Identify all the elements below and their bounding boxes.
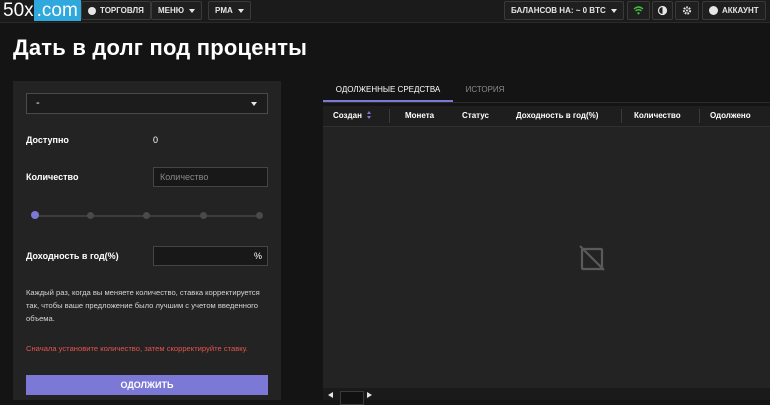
info-text: Каждый раз, когда вы меняете количество,… <box>26 288 260 323</box>
available-label: Доступно <box>26 135 69 145</box>
column-label-created: Создан <box>333 111 362 120</box>
currency-select[interactable]: - <box>26 93 268 114</box>
lend-button[interactable]: ОДОЛЖИТЬ <box>26 375 268 395</box>
rate-label: Доходность в год(%) <box>26 251 119 261</box>
page-title: Дать в долг под проценты <box>13 35 308 60</box>
logo-number: 50x <box>3 0 34 21</box>
currency-select-value: - <box>36 97 40 109</box>
slider-step-75[interactable] <box>200 212 207 219</box>
column-header-created[interactable]: Создан <box>333 106 372 126</box>
chevron-down-icon <box>251 102 257 106</box>
balance-label: БАЛАНСОВ НА: ~ 0 BTC <box>511 6 606 15</box>
slider-step-100[interactable] <box>256 212 263 219</box>
lent-funds-table: Создан Монета Статус Доходность в год(%)… <box>323 106 770 388</box>
column-header-yield[interactable]: Доходность в год(%) <box>516 106 598 126</box>
trade-button[interactable]: ТОРГОВЛЯ <box>81 1 151 20</box>
balance-button[interactable]: БАЛАНСОВ НА: ~ 0 BTC <box>504 1 624 20</box>
table-header: Создан Монета Статус Доходность в год(%)… <box>323 106 770 127</box>
column-header-status[interactable]: Статус <box>462 106 489 126</box>
lend-form-panel: - Доступно 0 Количество Количество Доход… <box>13 81 281 400</box>
slider-handle[interactable] <box>31 211 39 219</box>
tab-lent-funds[interactable]: ОДОЛЖЕННЫЕ СРЕДСТВА <box>323 80 453 102</box>
warning-text: Сначала установите количество, затем ско… <box>26 344 248 353</box>
chevron-down-icon <box>189 8 196 13</box>
column-header-lent[interactable]: Одолжено <box>710 106 751 126</box>
available-value: 0 <box>153 135 159 145</box>
column-header-coin[interactable]: Монета <box>405 106 434 126</box>
column-header-amount[interactable]: Количество <box>634 106 681 126</box>
amount-input[interactable]: Количество <box>153 167 268 187</box>
contrast-icon <box>657 5 668 16</box>
tab-history[interactable]: ИСТОРИЯ <box>453 80 517 100</box>
no-data-icon <box>579 245 605 271</box>
theme-toggle[interactable] <box>652 1 673 20</box>
rma-label: PMA <box>215 6 233 15</box>
arrow-left-icon[interactable] <box>328 392 333 398</box>
amount-placeholder: Количество <box>160 172 209 182</box>
chevron-down-icon <box>237 8 244 13</box>
logo[interactable]: 50x .com <box>0 0 81 22</box>
wifi-icon <box>633 6 644 15</box>
rma-button[interactable]: PMA <box>208 1 251 20</box>
globe-icon <box>88 6 96 15</box>
user-icon <box>709 6 718 16</box>
sort-icon <box>366 111 372 120</box>
column-divider <box>621 109 622 123</box>
slider-step-25[interactable] <box>87 212 94 219</box>
logo-domain: .com <box>33 0 81 21</box>
account-label: АККАУНТ <box>722 6 759 15</box>
page-input[interactable] <box>340 391 364 405</box>
chevron-down-icon <box>610 8 617 13</box>
arrow-right-icon[interactable] <box>367 392 372 398</box>
gear-icon <box>682 6 692 15</box>
top-bar: 50x .com ТОРГОВЛЯ МЕНЮ PMA БАЛАНСОВ НА: ~… <box>0 0 770 23</box>
menu-button[interactable]: МЕНЮ <box>151 1 203 20</box>
column-divider <box>699 109 700 123</box>
account-button[interactable]: АККАУНТ <box>702 1 766 20</box>
settings-button[interactable] <box>675 1 699 20</box>
column-divider <box>389 109 390 123</box>
connection-status[interactable] <box>627 1 650 20</box>
pagination <box>323 388 770 405</box>
trade-label: ТОРГОВЛЯ <box>100 6 144 15</box>
rate-unit: % <box>253 251 262 261</box>
tabs: ОДОЛЖЕННЫЕ СРЕДСТВА ИСТОРИЯ <box>323 80 770 103</box>
rate-input[interactable]: % <box>153 246 268 266</box>
amount-label: Количество <box>26 172 79 182</box>
slider-step-50[interactable] <box>143 212 150 219</box>
menu-label: МЕНЮ <box>158 6 185 15</box>
